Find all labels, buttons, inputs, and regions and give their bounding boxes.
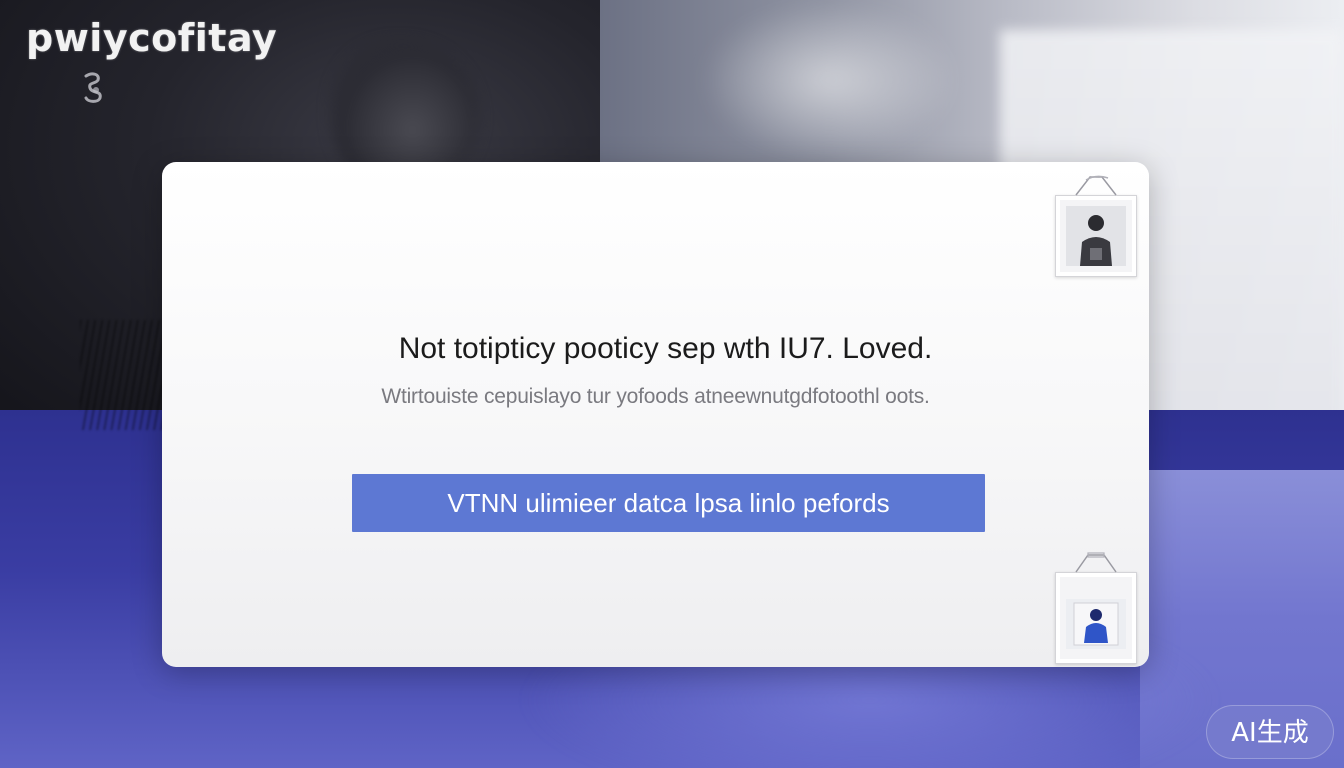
dialog-subtitle: Wtirtouiste cepuislayo tur yofoods atnee… [381,385,930,408]
brand-mark-icon [84,72,102,103]
background-light-spot [700,0,960,160]
policy-dialog: Not totipticy pooticy sep wth IU7. Loved… [162,162,1149,667]
thumbnail-image-top [1066,206,1126,266]
hanger-hook-icon [1075,175,1117,196]
dialog-primary-button[interactable]: VTNN ulimieer datca lpsa linlo pefords [352,474,985,532]
thumbnail-frame-top[interactable] [1055,175,1137,277]
thumbnail-image-bottom [1066,599,1126,649]
thumbnail-frame-bottom[interactable] [1055,552,1137,664]
dialog-title: Not totipticy pooticy sep wth IU7. Loved… [398,332,933,365]
hanger-hook-icon [1075,552,1117,573]
person-photo-icon [1066,206,1126,266]
ai-generated-badge: AI生成 [1206,705,1334,759]
brand-logo-text: pwiycofitay [26,16,278,60]
person-photo-icon [1066,599,1126,649]
